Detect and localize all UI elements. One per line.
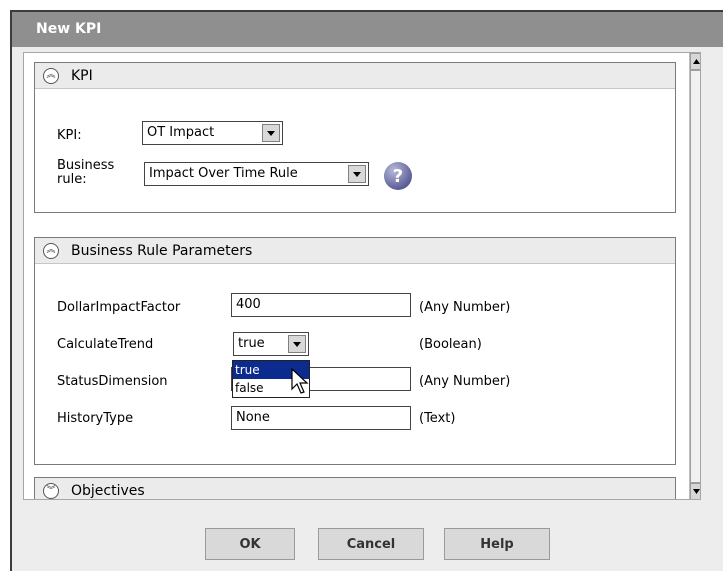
params-section-header[interactable]: ︽ Business Rule Parameters — [35, 238, 675, 264]
arrow-down-icon — [693, 489, 700, 494]
calculate-trend-dropdown-button[interactable] — [288, 335, 306, 353]
business-rule-label-line2: rule: — [57, 172, 87, 187]
cancel-button[interactable]: Cancel — [318, 528, 424, 560]
params-section-title: Business Rule Parameters — [71, 242, 253, 259]
objectives-section-title: Objectives — [71, 483, 145, 499]
chevron-down-icon — [267, 130, 275, 136]
business-rule-dropdown-button[interactable] — [348, 165, 366, 183]
calculate-trend-select-value: true — [238, 336, 265, 351]
objectives-section-header[interactable]: ︾ Objectives — [35, 478, 675, 499]
param-type-dollar-impact-factor: (Any Number) — [419, 300, 511, 315]
kpi-section-header[interactable]: ︽ KPI — [35, 63, 675, 89]
business-rule-select-value: Impact Over Time Rule — [149, 166, 298, 181]
scroll-down-button[interactable] — [690, 483, 700, 499]
param-type-history-type: (Text) — [419, 411, 456, 426]
arrow-up-icon — [693, 59, 700, 64]
kpi-label: KPI: — [57, 128, 82, 143]
ok-button[interactable]: OK — [205, 528, 295, 560]
kpi-select[interactable]: OT Impact — [142, 121, 283, 145]
param-name-dollar-impact-factor: DollarImpactFactor — [57, 300, 181, 315]
kpi-select-value: OT Impact — [147, 125, 215, 140]
kpi-dropdown-button[interactable] — [262, 124, 280, 142]
chevron-down-icon — [293, 341, 301, 347]
scroll-up-button[interactable] — [690, 53, 700, 70]
objectives-section: ︾ Objectives — [34, 477, 676, 499]
kpi-section-title: KPI — [71, 67, 93, 84]
calculate-trend-select[interactable]: true — [233, 332, 309, 356]
business-rule-label: Business rule: — [57, 159, 114, 187]
param-name-status-dimension: StatusDimension — [57, 374, 168, 389]
collapse-icon[interactable]: ︽ — [43, 242, 59, 259]
param-name-history-type: HistoryType — [57, 411, 134, 426]
param-name-calculate-trend: CalculateTrend — [57, 337, 154, 352]
kpi-section: ︽ KPI — [34, 62, 676, 213]
chevron-down-icon — [353, 171, 361, 177]
mouse-pointer-icon — [291, 368, 309, 394]
business-rule-label-line1: Business — [57, 158, 115, 173]
help-button[interactable]: Help — [444, 528, 550, 560]
dialog-content-panel: ︽ KPI ︽ Business Rule Parameters ︾ Objec… — [23, 52, 701, 500]
param-type-calculate-trend: (Boolean) — [419, 337, 482, 352]
collapse-icon[interactable]: ︽ — [43, 67, 59, 84]
business-rule-select[interactable]: Impact Over Time Rule — [144, 162, 369, 186]
vertical-scrollbar[interactable] — [689, 53, 700, 499]
dialog-title: New KPI — [12, 12, 723, 47]
history-type-input[interactable]: None — [231, 406, 411, 430]
dollar-impact-factor-input[interactable]: 400 — [231, 293, 411, 317]
question-icon[interactable]: ? — [384, 162, 412, 190]
scrollbar-thumb[interactable] — [690, 70, 700, 483]
expand-icon[interactable]: ︾ — [43, 483, 59, 499]
param-type-status-dimension: (Any Number) — [419, 374, 511, 389]
